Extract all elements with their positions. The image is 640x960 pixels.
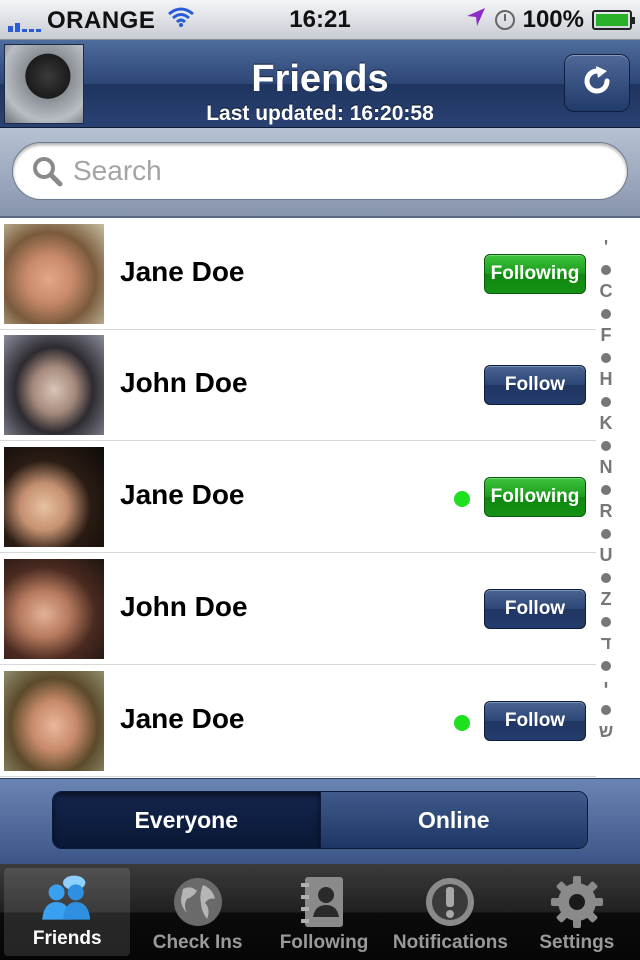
exclamation-icon [422,876,478,928]
follow-button[interactable]: Follow [484,589,586,629]
follow-button[interactable]: Follow [484,365,586,405]
index-letter[interactable]: ש [596,720,616,742]
index-letter[interactable]: Z [596,588,616,610]
search-field[interactable] [12,142,628,200]
friend-name: Jane Doe [120,256,245,287]
index-letter[interactable]: U [596,544,616,566]
index-letter[interactable] [596,302,616,324]
tab-bar: Friends Check Ins Following Notification… [0,864,640,960]
index-letter[interactable]: F [596,324,616,346]
tab-following[interactable]: Following [261,864,387,960]
index-letter[interactable]: N [596,456,616,478]
index-letter[interactable]: R [596,500,616,522]
friend-name: John Doe [120,591,248,622]
tab-notifications[interactable]: Notifications [387,864,513,960]
tab-label: Notifications [392,932,508,953]
list-item[interactable]: John Doe Follow [0,555,596,665]
following-button[interactable]: Following [484,477,586,517]
page-title: Friends [251,58,389,100]
gear-icon [549,876,605,928]
tab-check-ins[interactable]: Check Ins [134,864,260,960]
tab-friends[interactable]: Friends [4,868,131,956]
globe-icon [170,876,226,928]
avatar [4,559,104,659]
refresh-button[interactable] [564,54,630,112]
index-letter[interactable] [596,258,616,280]
address-book-icon [296,876,352,928]
following-button[interactable]: Following [484,254,586,294]
index-letter[interactable]: ' [596,236,616,258]
index-letter[interactable] [596,654,616,676]
index-letter[interactable]: K [596,412,616,434]
index-letter[interactable] [596,346,616,368]
index-letter[interactable]: C [596,280,616,302]
online-status-indicator [454,715,470,731]
online-status-indicator [454,491,470,507]
follow-button[interactable]: Follow [484,701,586,741]
list-item[interactable]: Jane Doe Following [0,220,596,330]
list-item[interactable]: Jane Doe Following [0,443,596,553]
friend-name: Jane Doe [120,479,245,510]
search-input[interactable] [73,151,603,191]
index-letter[interactable] [596,610,616,632]
avatar [4,671,104,771]
friend-name: Jane Doe [120,703,245,734]
filter-bar: Everyone Online [0,778,640,864]
segment-everyone[interactable]: Everyone [53,792,320,848]
index-letter[interactable]: י [596,676,616,698]
list-item[interactable]: Jane Doe Follow [0,667,596,777]
index-letter[interactable] [596,698,616,720]
tab-label: Following [279,932,369,953]
last-updated-label: Last updated: 16:20:58 [206,102,434,125]
index-letter[interactable] [596,390,616,412]
index-letter[interactable] [596,522,616,544]
tab-settings[interactable]: Settings [514,864,640,960]
battery-icon [592,10,635,30]
search-bar [0,128,640,218]
battery-percent: 100% [522,6,584,33]
filter-segmented-control: Everyone Online [52,791,588,849]
avatar [4,335,104,435]
avatar [4,447,104,547]
index-letter[interactable] [596,434,616,456]
index-letter[interactable] [596,478,616,500]
tab-label: Check Ins [152,932,243,953]
status-bar: ORANGE 16:21 100% [0,0,640,40]
navigation-bar: Friends Last updated: 16:20:58 [0,40,640,128]
index-letter[interactable] [596,566,616,588]
tab-label: Friends [32,928,102,949]
avatar [4,224,104,324]
index-letter[interactable]: H [596,368,616,390]
tab-label: Settings [539,932,615,953]
index-letter[interactable]: ד [596,632,616,654]
list-item[interactable]: John Doe Follow [0,331,596,441]
search-icon [31,155,63,187]
friends-icon [39,872,95,924]
friend-name: John Doe [120,367,248,398]
section-index[interactable]: ' C F H K N R U Z ד י ש [596,236,616,756]
alarm-clock-icon [494,10,515,30]
refresh-icon [580,64,614,103]
friends-list: Jane Doe Following John Doe Follow Jane … [0,220,640,778]
location-arrow-icon [465,6,487,34]
segment-online[interactable]: Online [319,792,587,848]
